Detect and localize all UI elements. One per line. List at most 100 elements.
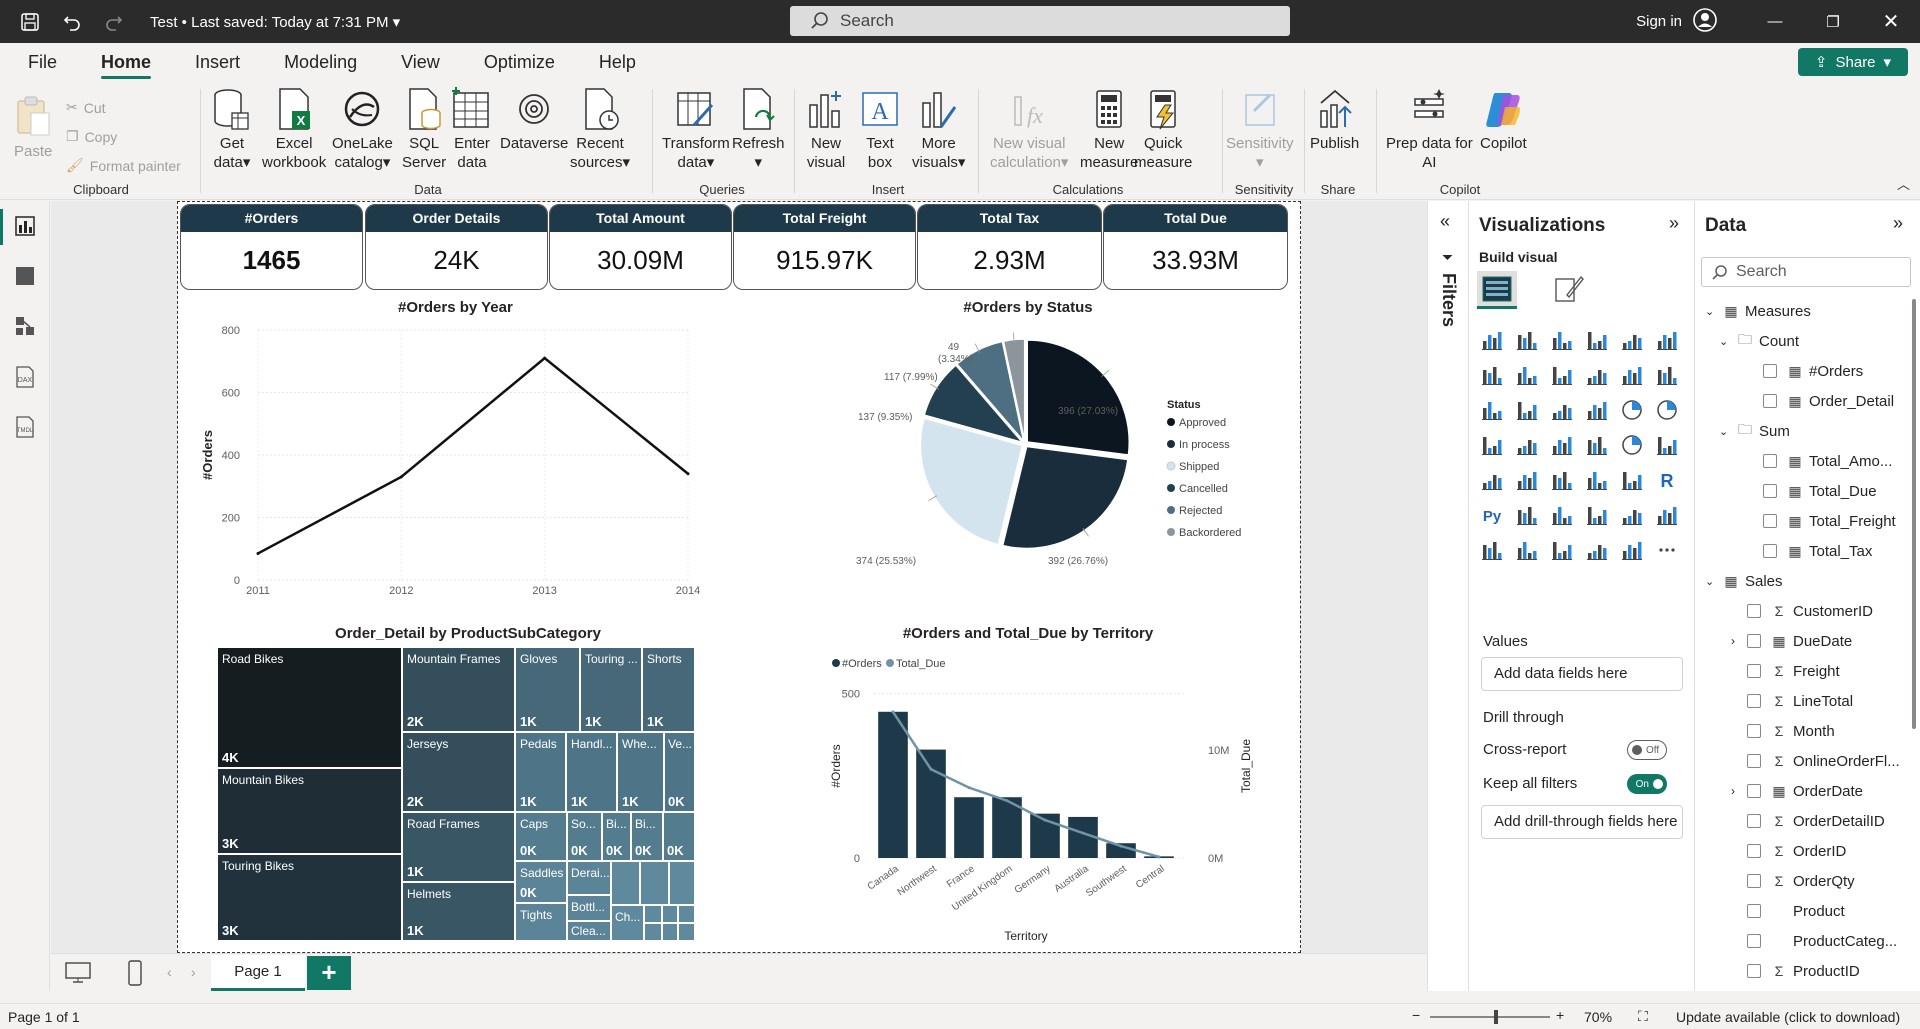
treemap-tile[interactable]: 0K bbox=[664, 813, 694, 860]
share-button[interactable]: ⇪ Share ▾ bbox=[1798, 48, 1908, 76]
qa-visual-icon[interactable] bbox=[1582, 500, 1612, 530]
chevron-down-icon[interactable]: ⌄ bbox=[1719, 425, 1735, 438]
new-visual-button[interactable]: New visual bbox=[806, 87, 846, 172]
stacked-bar-visual-icon[interactable] bbox=[1477, 325, 1507, 355]
collapse-visualizations-icon[interactable]: » bbox=[1669, 213, 1679, 234]
stacked-column-visual-icon[interactable] bbox=[1512, 325, 1542, 355]
field-checkbox[interactable] bbox=[1747, 784, 1761, 798]
goals-visual-icon[interactable] bbox=[1477, 535, 1507, 565]
zoom-level[interactable]: 70% bbox=[1584, 1009, 1612, 1025]
100-area-visual-icon[interactable] bbox=[1582, 360, 1612, 390]
treemap-tile[interactable]: Mountain Bikes 3K bbox=[218, 769, 401, 853]
get-data-button[interactable]: Get data▾ bbox=[212, 87, 252, 172]
field-checkbox[interactable] bbox=[1763, 364, 1777, 378]
treemap-tile[interactable]: Helmets 1K bbox=[403, 883, 514, 940]
zoom-in-icon[interactable]: + bbox=[1556, 1007, 1564, 1023]
file-title[interactable]: Test • Last saved: Today at 7:31 PM ▾ bbox=[150, 13, 400, 31]
decomposition-tree-visual-icon[interactable] bbox=[1547, 500, 1577, 530]
tab-modeling[interactable]: Modeling bbox=[262, 43, 379, 81]
field-item[interactable]: ▦ Total_Due bbox=[1695, 479, 1877, 503]
tab-home[interactable]: Home bbox=[79, 43, 173, 81]
folder-node[interactable]: ⌄ 🗀 Count bbox=[1695, 329, 1799, 353]
treemap-tile[interactable] bbox=[645, 924, 661, 940]
collapse-data-icon[interactable]: » bbox=[1893, 213, 1903, 234]
treemap-tile[interactable]: Bottl... bbox=[568, 896, 610, 920]
field-item[interactable]: ▦ Order_Detail bbox=[1695, 389, 1894, 413]
field-checkbox[interactable] bbox=[1747, 844, 1761, 858]
field-item[interactable]: Σ CustomerID bbox=[1695, 599, 1873, 623]
page-tab-1[interactable]: Page 1 bbox=[211, 955, 305, 991]
copy-button[interactable]: ❐ Copy bbox=[66, 128, 117, 145]
chevron-right-icon[interactable]: › bbox=[1731, 634, 1747, 648]
python-visual-visual-icon[interactable]: Py bbox=[1477, 500, 1507, 530]
orders-by-year-line-chart[interactable]: 0 200 400 600 800 2011 2012 2013 2014 #Orders bbox=[198, 314, 708, 604]
format-painter-button[interactable]: 🖌 Format painter bbox=[66, 157, 181, 174]
treemap-tile[interactable]: Bi... 0K bbox=[632, 813, 662, 860]
treemap-tile[interactable]: Ve... 0K bbox=[665, 733, 694, 811]
field-item[interactable]: Σ Month bbox=[1695, 719, 1835, 743]
dataverse-button[interactable]: Dataverse bbox=[500, 87, 568, 153]
line-column-visual-icon[interactable] bbox=[1617, 360, 1647, 390]
paste-button[interactable]: Paste bbox=[14, 95, 52, 161]
field-checkbox[interactable] bbox=[1747, 724, 1761, 738]
close-icon[interactable]: ✕ bbox=[1862, 9, 1920, 34]
restore-icon[interactable]: ❐ bbox=[1804, 13, 1862, 31]
narrative-visual-icon[interactable] bbox=[1617, 500, 1647, 530]
treemap-visual-icon[interactable] bbox=[1477, 430, 1507, 460]
kpi-card-total-freight[interactable]: Total Freight 915.97K bbox=[733, 204, 916, 290]
format-visual-tab[interactable] bbox=[1553, 273, 1589, 309]
kpi-visual-icon[interactable] bbox=[1512, 465, 1542, 495]
field-item[interactable]: ▦ Total_Freight bbox=[1695, 509, 1896, 533]
treemap-tile[interactable]: Road Bikes 4K bbox=[218, 648, 401, 767]
r-visual-visual-icon[interactable]: R bbox=[1652, 465, 1682, 495]
zoom-slider[interactable] bbox=[1430, 1010, 1550, 1024]
search-input[interactable]: Search bbox=[790, 6, 1290, 36]
field-item[interactable]: Product bbox=[1695, 899, 1845, 923]
donut-visual-icon[interactable] bbox=[1652, 395, 1682, 425]
treemap-tile[interactable]: Gloves 1K bbox=[516, 648, 579, 731]
field-checkbox[interactable] bbox=[1747, 604, 1761, 618]
add-page-button[interactable]: + bbox=[307, 956, 351, 990]
field-item[interactable]: Σ ProductID bbox=[1695, 959, 1860, 983]
treemap-tile[interactable] bbox=[679, 924, 694, 940]
recent-sources-button[interactable]: Recent sources▾ bbox=[570, 87, 630, 172]
field-checkbox[interactable] bbox=[1763, 394, 1777, 408]
text-box-button[interactable]: A Text box bbox=[860, 87, 900, 172]
treemap-tile[interactable] bbox=[670, 862, 694, 904]
line-visual-icon[interactable] bbox=[1477, 360, 1507, 390]
paginated-visual-icon[interactable] bbox=[1652, 500, 1682, 530]
field-item[interactable]: Σ LineTotal bbox=[1695, 689, 1853, 713]
tab-help[interactable]: Help bbox=[577, 43, 658, 81]
treemap-tile[interactable]: Saddles 0K bbox=[516, 862, 566, 902]
field-checkbox[interactable] bbox=[1747, 664, 1761, 678]
ribbon-visual-icon[interactable] bbox=[1477, 395, 1507, 425]
folder-node[interactable]: ⌄ 🗀 Sum bbox=[1695, 419, 1790, 443]
table-node[interactable]: ⌄ ▦ Measures bbox=[1695, 299, 1811, 323]
table-visual-icon[interactable] bbox=[1582, 465, 1612, 495]
sql-server-button[interactable]: SQL Server bbox=[402, 87, 446, 172]
new-measure-button[interactable]: New measure bbox=[1080, 87, 1138, 172]
matrix-visual-icon[interactable] bbox=[1617, 465, 1647, 495]
field-checkbox[interactable] bbox=[1763, 484, 1777, 498]
map-visual-icon[interactable] bbox=[1512, 430, 1542, 460]
field-checkbox[interactable] bbox=[1747, 634, 1761, 648]
quick-measure-button[interactable]: Quick measure bbox=[1134, 87, 1192, 172]
treemap-tile[interactable]: Ch... bbox=[612, 906, 643, 940]
table-node[interactable]: ⌄ ▦ Sales bbox=[1695, 569, 1783, 593]
model-view-icon[interactable] bbox=[0, 315, 50, 337]
orders-and-total-due-combo-chart[interactable]: #Orders Total_Due05000M10MCanadaNorthwest… bbox=[778, 644, 1298, 944]
account-icon[interactable] bbox=[1692, 7, 1718, 37]
publish-button[interactable]: Publish bbox=[1310, 87, 1359, 153]
field-item[interactable]: › ▦ DueDate bbox=[1695, 629, 1852, 653]
100-column-visual-icon[interactable] bbox=[1652, 325, 1682, 355]
stacked-area-visual-icon[interactable] bbox=[1547, 360, 1577, 390]
treemap-tile[interactable] bbox=[641, 862, 668, 904]
field-checkbox[interactable] bbox=[1747, 934, 1761, 948]
treemap-tile[interactable] bbox=[612, 862, 639, 904]
sensitivity-button[interactable]: Sensitivity ▾ bbox=[1226, 87, 1294, 172]
pie-visual-icon[interactable] bbox=[1617, 395, 1647, 425]
waterfall-visual-icon[interactable] bbox=[1512, 395, 1542, 425]
treemap-tile[interactable] bbox=[645, 906, 661, 922]
field-item[interactable]: Σ OnlineOrderFl... bbox=[1695, 749, 1900, 773]
kpi-card-total-tax[interactable]: Total Tax 2.93M bbox=[917, 204, 1102, 290]
